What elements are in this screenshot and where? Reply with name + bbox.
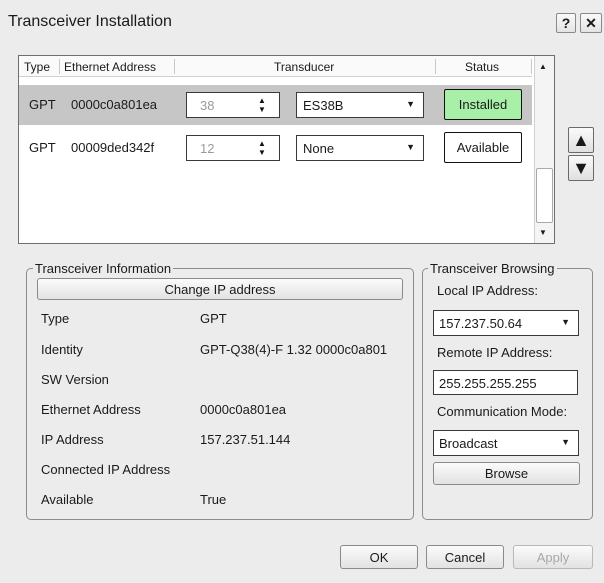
info-label-ethernet-address: Ethernet Address	[41, 402, 141, 417]
communication-mode-select[interactable]: Broadcast ▼	[433, 430, 579, 456]
transducer-select[interactable]: None ▼	[296, 135, 424, 161]
local-ip-value: 157.237.50.64	[439, 316, 523, 331]
remote-ip-input[interactable]: 255.255.255.255	[433, 370, 578, 395]
browse-label: Browse	[484, 466, 529, 481]
status-installed-button[interactable]: Installed	[444, 89, 522, 120]
table-header: Type Ethernet Address Transducer Status	[19, 56, 532, 77]
info-label-available: Available	[41, 492, 94, 507]
table-row[interactable]: GPT 00009ded342f 12 ▲ ▼ None ▼ Available	[19, 128, 532, 168]
ok-label: OK	[369, 549, 389, 565]
chevron-down-icon: ▼	[406, 142, 415, 152]
ok-button[interactable]: OK	[340, 545, 418, 569]
help-icon: ?	[561, 15, 571, 31]
status-label: Installed	[458, 97, 508, 112]
row-type: GPT	[29, 97, 56, 112]
move-up-button[interactable]: ▲	[568, 127, 594, 153]
change-ip-address-button[interactable]: Change IP address	[37, 278, 403, 300]
local-ip-select[interactable]: 157.237.50.64 ▼	[433, 310, 579, 336]
info-label-type: Type	[41, 311, 70, 326]
change-ip-address-label: Change IP address	[164, 281, 276, 297]
channel-value: 38	[200, 98, 215, 113]
triangle-down-icon: ▼	[572, 157, 590, 178]
info-value-type: GPT	[200, 311, 227, 326]
cancel-button[interactable]: Cancel	[426, 545, 504, 569]
info-value-available: True	[200, 492, 227, 507]
info-value-identity: GPT-Q38(4)-F 1.32 0000c0a801	[200, 342, 388, 357]
apply-label: Apply	[536, 549, 570, 565]
info-label-connected-ip: Connected IP Address	[41, 462, 171, 477]
close-icon: ✕	[585, 14, 597, 31]
channel-value: 12	[200, 141, 215, 156]
chevron-down-icon: ▼	[561, 437, 570, 447]
window-title: Transceiver Installation	[8, 13, 172, 30]
communication-mode-label: Communication Mode:	[437, 404, 568, 419]
remote-ip-label: Remote IP Address:	[437, 345, 553, 360]
browse-button[interactable]: Browse	[433, 462, 580, 485]
table-row[interactable]: GPT 0000c0a801ea 38 ▲ ▼ ES38B ▼ Installed	[19, 85, 532, 125]
spinner-arrows-icon[interactable]: ▲ ▼	[257, 139, 267, 157]
move-down-button[interactable]: ▼	[568, 155, 594, 181]
chevron-down-icon: ▼	[406, 99, 415, 109]
row-type: GPT	[29, 140, 56, 155]
info-label-identity: Identity	[41, 342, 83, 357]
cancel-label: Cancel	[444, 549, 486, 565]
remote-ip-value: 255.255.255.255	[439, 376, 537, 391]
row-ethernet: 00009ded342f	[71, 140, 155, 155]
apply-button[interactable]: Apply	[513, 545, 593, 569]
status-label: Available	[456, 140, 510, 155]
status-available-button[interactable]: Available	[444, 132, 522, 163]
help-button[interactable]: ?	[556, 13, 576, 33]
info-value-ethernet-address: 0000c0a801ea	[200, 402, 287, 417]
triangle-up-icon: ▲	[572, 129, 590, 150]
channel-spinner[interactable]: 12 ▲ ▼	[186, 135, 280, 161]
col-header-status[interactable]: Status	[465, 60, 499, 74]
local-ip-label: Local IP Address:	[437, 283, 538, 298]
transducer-select[interactable]: ES38B ▼	[296, 92, 424, 118]
col-header-transducer[interactable]: Transducer	[274, 60, 334, 74]
transceiver-information-label: Transceiver Information	[33, 261, 174, 276]
transducer-value: None	[303, 141, 335, 156]
spinner-arrows-icon[interactable]: ▲ ▼	[257, 96, 267, 114]
col-header-type[interactable]: Type	[24, 60, 50, 74]
close-button[interactable]: ✕	[580, 13, 602, 33]
chevron-down-icon: ▼	[561, 317, 570, 327]
table-scrollbar[interactable]: ▲ ▼	[534, 56, 554, 243]
scroll-down-icon[interactable]: ▼	[539, 228, 547, 237]
info-label-ip-address: IP Address	[41, 432, 104, 447]
info-value-ip-address: 157.237.51.144	[200, 432, 291, 447]
communication-mode-value: Broadcast	[439, 436, 498, 451]
info-label-sw-version: SW Version	[41, 372, 109, 387]
scrollbar-thumb[interactable]	[536, 168, 553, 223]
transceiver-information-group	[26, 268, 414, 520]
transducer-value: ES38B	[303, 98, 344, 113]
col-header-ethernet[interactable]: Ethernet Address	[64, 60, 156, 74]
transceiver-browsing-label: Transceiver Browsing	[428, 261, 557, 276]
row-ethernet: 0000c0a801ea	[71, 97, 158, 112]
transceiver-table: Type Ethernet Address Transducer Status …	[18, 55, 555, 244]
channel-spinner[interactable]: 38 ▲ ▼	[186, 92, 280, 118]
scroll-up-icon[interactable]: ▲	[539, 62, 547, 71]
